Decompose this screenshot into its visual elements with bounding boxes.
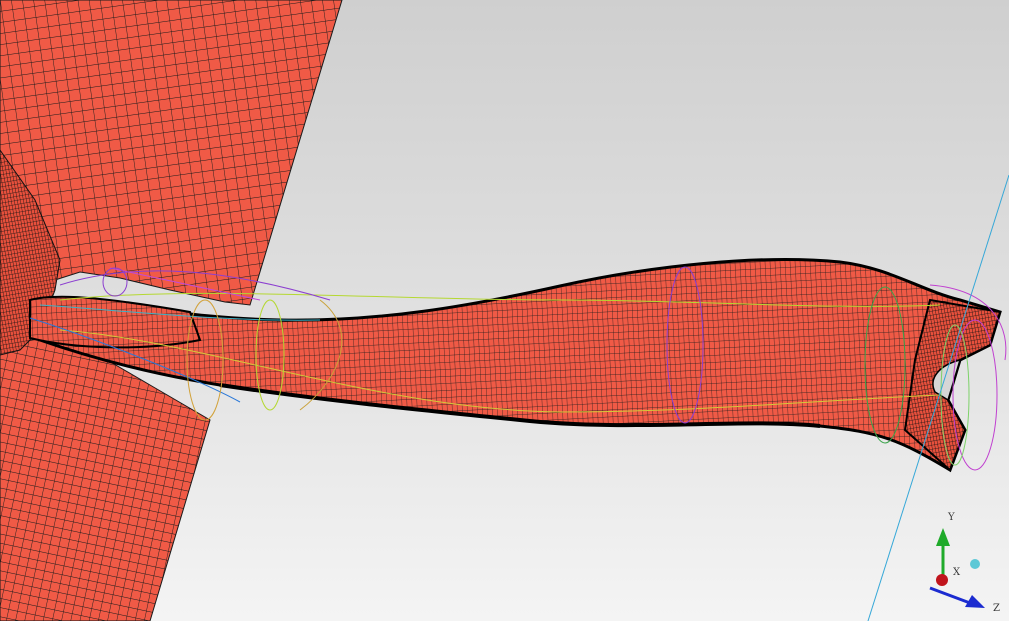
triad-extra-marker bbox=[970, 559, 980, 569]
3d-viewport[interactable]: Y X Z bbox=[0, 0, 1009, 621]
z-axis-label: Z bbox=[993, 603, 1000, 614]
x-axis-label: X bbox=[953, 567, 961, 578]
z-axis-arrow bbox=[929, 586, 971, 605]
lower-wall-panel bbox=[0, 337, 211, 621]
y-axis-label: Y bbox=[947, 512, 955, 523]
orientation-triad[interactable]: Y X Z bbox=[929, 512, 1000, 614]
y-axis-arrowhead bbox=[936, 528, 950, 546]
x-axis-marker bbox=[936, 574, 948, 586]
mesh-scene[interactable]: Y X Z bbox=[0, 0, 1009, 621]
inlet-tube bbox=[29, 295, 202, 349]
